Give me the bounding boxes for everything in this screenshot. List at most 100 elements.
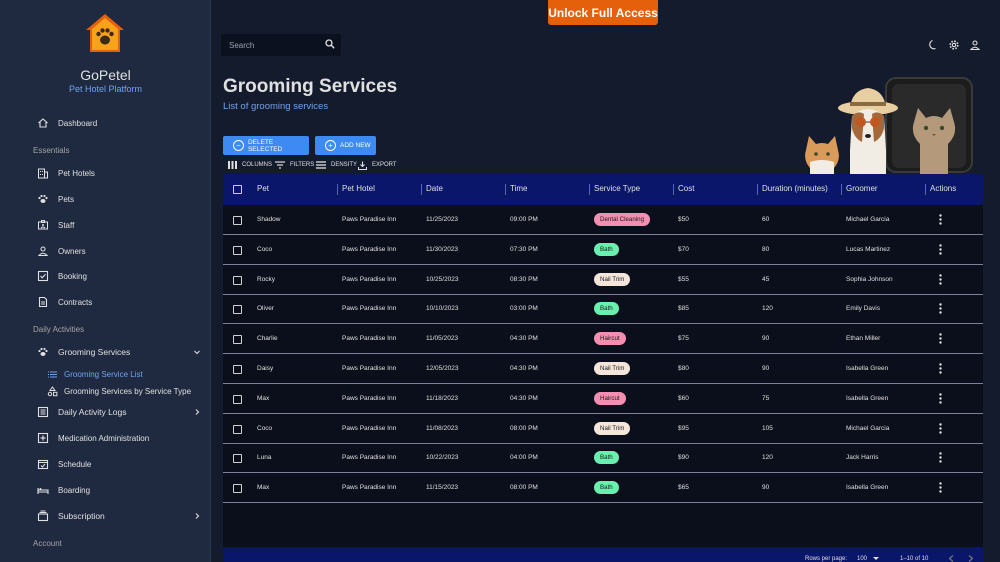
sidebar-item-staff[interactable]: Staff xyxy=(0,214,210,236)
cell-pet: Luna xyxy=(257,454,272,462)
more-actions-icon[interactable] xyxy=(939,482,942,493)
prev-page-icon[interactable] xyxy=(948,555,954,562)
sidebar-item-label: Owners xyxy=(58,246,86,256)
sidebar-item-pet-hotels[interactable]: Pet Hotels xyxy=(0,162,210,184)
column-separator[interactable] xyxy=(757,184,758,195)
table-row[interactable]: Daisy Paws Paradise Inn 12/05/2023 04:30 PM… xyxy=(223,354,983,384)
column-header-pet-hotel[interactable]: Pet Hotel xyxy=(342,184,375,193)
row-checkbox[interactable] xyxy=(233,275,242,285)
cell-hotel: Paws Paradise Inn xyxy=(342,394,397,402)
column-header-service-type[interactable]: Service Type xyxy=(594,184,640,193)
cell-groomer: Sophia Johnson xyxy=(846,275,893,283)
column-separator[interactable] xyxy=(841,184,842,195)
more-actions-icon[interactable] xyxy=(939,303,942,315)
table-row[interactable]: Max Paws Paradise Inn 11/15/2023 08:00 PM $6… xyxy=(223,473,983,504)
column-separator[interactable] xyxy=(925,184,926,195)
row-checkbox[interactable] xyxy=(233,454,242,464)
column-header-actions: Actions xyxy=(930,184,957,193)
more-actions-icon[interactable] xyxy=(939,452,942,464)
sidebar-item-dashboard[interactable]: Dashboard xyxy=(0,112,210,134)
cell-cost: $60 xyxy=(678,394,689,402)
row-checkbox[interactable] xyxy=(233,245,242,255)
column-separator[interactable] xyxy=(505,184,506,195)
table-row[interactable]: Rocky Paws Paradise Inn 10/25/2023 08:30 PM… xyxy=(223,265,983,295)
gear-icon[interactable] xyxy=(948,39,960,51)
table-row[interactable]: Charlie Paws Paradise Inn 11/05/2023 04:30 … xyxy=(223,324,983,355)
filter-icon xyxy=(275,161,285,169)
row-checkbox[interactable] xyxy=(233,216,242,225)
add-new-button[interactable]: + ADD NEW xyxy=(315,136,376,155)
cell-groomer: Jack Harris xyxy=(846,454,879,462)
sidebar-subitem-grooming-list[interactable]: Grooming Service List xyxy=(0,366,210,382)
row-checkbox[interactable] xyxy=(233,335,242,345)
cell-time: 08:00 PM xyxy=(510,484,538,492)
more-actions-icon[interactable] xyxy=(939,363,942,374)
row-checkbox[interactable] xyxy=(233,484,242,494)
row-checkbox[interactable] xyxy=(233,305,242,315)
column-header-cost[interactable]: Cost xyxy=(678,184,694,193)
table-row[interactable]: Coco Paws Paradise Inn 11/30/2023 07:30 PM $… xyxy=(223,235,983,265)
row-checkbox[interactable] xyxy=(233,424,242,434)
filters-button[interactable]: FILTERS xyxy=(275,159,314,171)
rows-per-page-select[interactable]: 100 xyxy=(857,556,867,562)
table-row[interactable]: Oliver Paws Paradise Inn 10/10/2023 03:00 P… xyxy=(223,294,983,325)
search-input[interactable] xyxy=(229,38,319,52)
more-actions-icon[interactable] xyxy=(939,244,942,255)
sidebar-item-pets[interactable]: Pets xyxy=(0,188,210,210)
sidebar-item-subscription[interactable]: Subscription xyxy=(0,505,210,527)
sidebar-item-owners[interactable]: Owners xyxy=(0,240,210,262)
more-actions-icon[interactable] xyxy=(939,393,942,404)
user-icon[interactable] xyxy=(969,39,981,51)
table-row[interactable]: Luna Paws Paradise Inn 10/22/2023 04:00 PM $… xyxy=(223,443,983,474)
table-row[interactable]: Shadow Paws Paradise Inn 11/25/2023 09:00 P… xyxy=(223,205,983,235)
column-separator[interactable] xyxy=(673,184,674,195)
column-separator[interactable] xyxy=(337,184,338,195)
log-icon xyxy=(37,406,49,418)
column-header-pet[interactable]: Pet xyxy=(257,184,269,193)
cell-hotel: Paws Paradise Inn xyxy=(342,454,397,462)
unlock-full-access-button[interactable]: Unlock Full Access xyxy=(548,0,658,25)
sidebar-subitem-grooming-by-type[interactable]: Grooming Services by Service Type xyxy=(0,383,210,399)
delete-selected-button[interactable]: − DELETE SELECTED xyxy=(223,136,309,155)
table-row[interactable]: Max Paws Paradise Inn 11/18/2023 04:30 PM $6… xyxy=(223,384,983,414)
sidebar-item-label: Daily Activity Logs xyxy=(58,407,127,417)
search-icon[interactable] xyxy=(325,39,335,49)
cell-cost: $80 xyxy=(678,365,689,372)
sidebar-item-grooming-services[interactable]: Grooming Services xyxy=(0,341,210,363)
more-actions-icon[interactable] xyxy=(939,333,942,344)
sidebar-item-schedule[interactable]: Schedule xyxy=(0,453,210,475)
dark-mode-icon[interactable] xyxy=(927,39,939,51)
column-header-duration[interactable]: Duration (minutes) xyxy=(762,184,828,193)
next-page-icon[interactable] xyxy=(968,555,974,562)
column-header-time[interactable]: Time xyxy=(510,184,527,193)
more-actions-icon[interactable] xyxy=(939,422,942,434)
export-button[interactable]: EXPORT xyxy=(358,159,397,171)
cell-time: 04:30 PM xyxy=(510,365,538,372)
cell-groomer: Ethan Miller xyxy=(846,335,881,343)
column-header-date[interactable]: Date xyxy=(426,184,443,193)
sidebar-item-medication-administration[interactable]: Medication Administration xyxy=(0,427,210,449)
sidebar-item-booking[interactable]: Booking xyxy=(0,265,210,287)
column-separator[interactable] xyxy=(421,184,422,195)
cell-duration: 75 xyxy=(762,394,770,402)
column-separator[interactable] xyxy=(589,184,590,195)
section-essentials: Essentials xyxy=(33,146,70,155)
cell-hotel: Paws Paradise Inn xyxy=(342,335,397,343)
table-row[interactable]: Coco Paws Paradise Inn 11/08/2023 08:00 PM $… xyxy=(223,414,983,444)
cell-hotel: Paws Paradise Inn xyxy=(342,424,397,432)
row-checkbox[interactable] xyxy=(233,365,242,374)
sidebar-item-contracts[interactable]: Contracts xyxy=(0,291,210,313)
more-actions-icon[interactable] xyxy=(939,214,942,225)
row-checkbox[interactable] xyxy=(233,394,242,404)
cell-groomer: Isabella Green xyxy=(846,484,889,492)
dropdown-icon[interactable] xyxy=(873,557,879,561)
sidebar-item-label: Dashboard xyxy=(58,118,98,128)
category-icon xyxy=(47,385,58,396)
column-header-groomer[interactable]: Groomer xyxy=(846,184,878,193)
sidebar-item-daily-activity-logs[interactable]: Daily Activity Logs xyxy=(0,401,210,423)
select-all-checkbox[interactable] xyxy=(233,185,242,194)
sidebar-item-boarding[interactable]: Boarding xyxy=(0,479,210,501)
density-button[interactable]: DENSITY xyxy=(316,159,357,171)
columns-button[interactable]: COLUMNS xyxy=(228,159,272,171)
more-actions-icon[interactable] xyxy=(939,273,942,285)
